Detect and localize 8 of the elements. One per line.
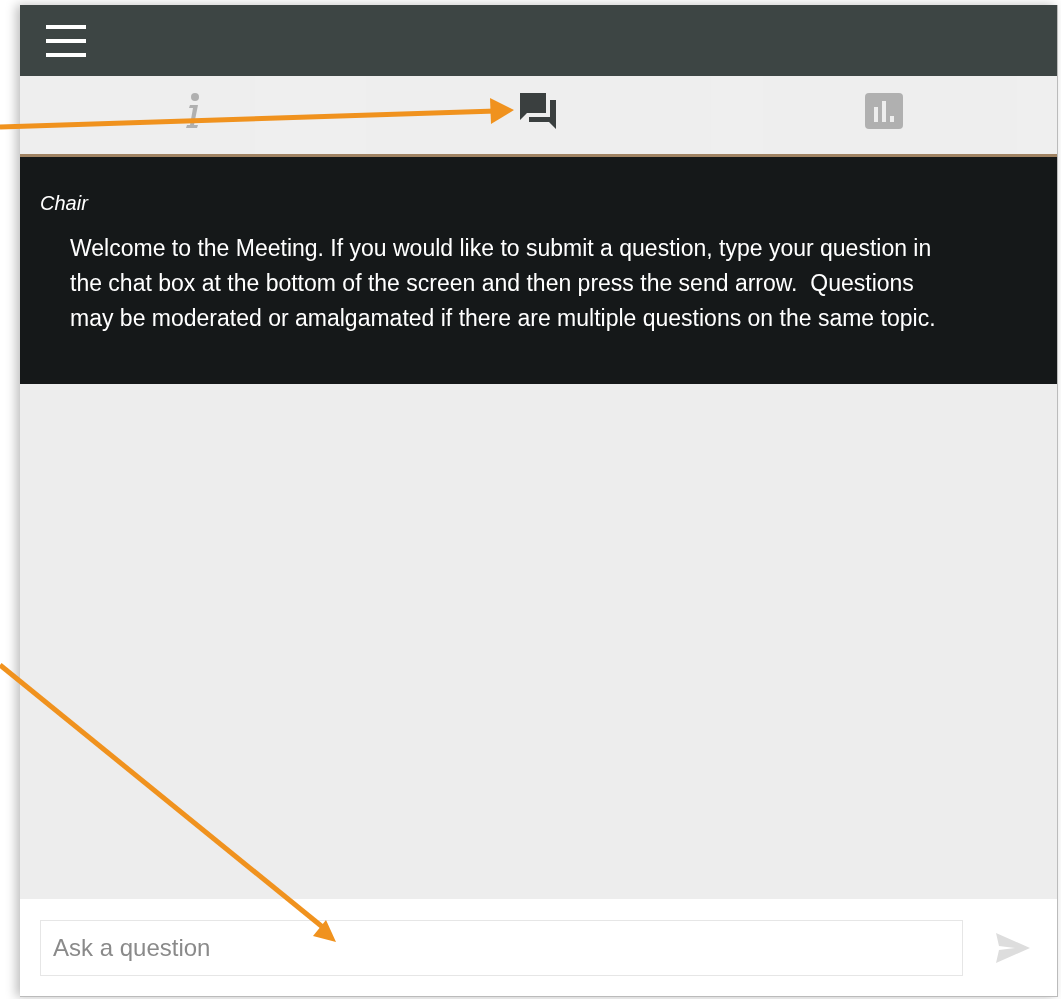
chat-bubbles-icon [518, 91, 559, 131]
menu-button[interactable] [46, 23, 86, 58]
question-input[interactable]: Ask a question [40, 919, 963, 976]
send-icon [995, 931, 1031, 964]
info-icon [183, 93, 202, 129]
message-text: Welcome to the Meeting. If you would like to submit a question, type your question in the chat box at the bottom of the screen and then press the send arrow. Questions may be moderated or amalgamated if there are multiple questions on the same topic. [70, 234, 937, 333]
message-sender: Chair [40, 191, 90, 216]
bar-chart-icon [865, 93, 904, 129]
